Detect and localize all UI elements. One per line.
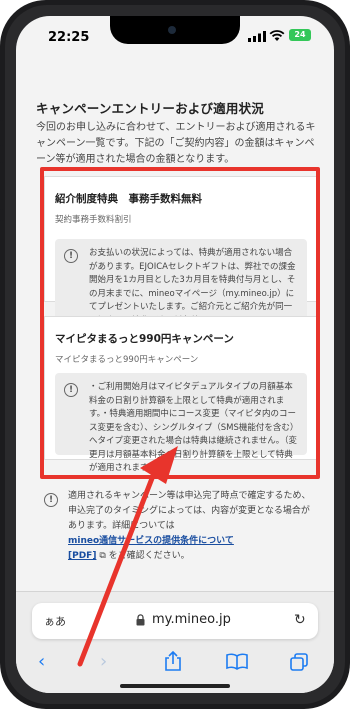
highlight-box bbox=[40, 167, 320, 479]
page-title: キャンペーンエントリーおよび適用状況 bbox=[36, 101, 264, 116]
info-icon: ! bbox=[44, 493, 58, 507]
footer-text-before: 適用されるキャンペーン等は申込完了時点で確定するため、申込完了のタイミングによっ… bbox=[68, 491, 311, 531]
volume-down-button bbox=[0, 220, 3, 268]
provision-terms-link[interactable]: mineo通信サービスの提供条件について bbox=[68, 536, 234, 546]
status-time: 22:25 bbox=[48, 30, 90, 45]
mute-switch bbox=[0, 120, 3, 146]
phone-frame: 22:25 24 キャンペーンエントリーおよび適用状況 今回のお申し込みに合わせ… bbox=[0, 0, 350, 709]
wifi-icon bbox=[269, 30, 285, 41]
cellular-signal-icon bbox=[248, 31, 266, 42]
footer-text-after: をご確認ください。 bbox=[108, 551, 190, 561]
share-icon[interactable] bbox=[164, 651, 182, 671]
browser-toolbar: ‹ › bbox=[16, 645, 334, 679]
bookmarks-icon[interactable] bbox=[226, 653, 248, 670]
external-link-icon: ⧉ bbox=[99, 551, 106, 561]
home-indicator bbox=[120, 684, 230, 688]
footer-text: 適用されるキャンペーン等は申込完了時点で確定するため、申込完了のタイミングによっ… bbox=[68, 489, 318, 564]
battery-indicator: 24 bbox=[289, 29, 311, 41]
front-camera bbox=[168, 26, 176, 34]
text-size-button[interactable]: ぁあ bbox=[44, 613, 66, 629]
intro-text: 今回のお申し込みに合わせて、エントリーおよび適用されるキャンペーン一覧です。下記… bbox=[36, 122, 316, 165]
browser-bar: ぁあ my.mineo.jp ↻ ‹ › bbox=[16, 591, 334, 693]
screen: 22:25 24 キャンペーンエントリーおよび適用状況 今回のお申し込みに合わせ… bbox=[16, 16, 334, 693]
pdf-link[interactable]: [PDF] bbox=[68, 551, 96, 561]
tabs-icon[interactable] bbox=[290, 653, 308, 671]
back-icon[interactable]: ‹ bbox=[38, 651, 45, 672]
volume-up-button bbox=[0, 162, 3, 210]
forward-icon[interactable]: › bbox=[100, 651, 107, 672]
reload-icon[interactable]: ↻ bbox=[294, 612, 306, 628]
address-bar[interactable]: ぁあ my.mineo.jp ↻ bbox=[32, 603, 318, 639]
url-text: my.mineo.jp bbox=[152, 612, 231, 627]
lock-icon bbox=[136, 614, 145, 626]
